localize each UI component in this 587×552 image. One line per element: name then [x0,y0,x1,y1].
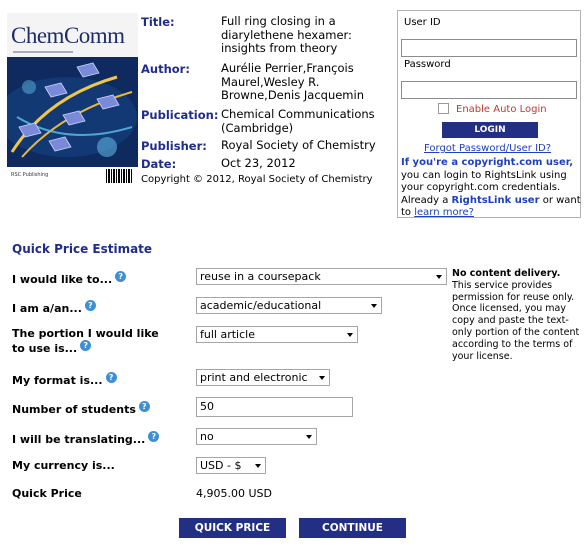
currency-select[interactable]: USD - $ [196,457,266,474]
students-label: Number of students? [12,401,150,417]
journal-cover-image: ChemComm RSC Publishing [7,13,138,185]
translating-select[interactable]: no [196,428,317,445]
cover-footer: RSC Publishing [7,167,138,185]
barcode-icon [106,169,132,183]
cover-journal-title: ChemComm [11,23,125,48]
cover-publisher-mark: RSC Publishing [11,172,49,178]
learn-more-link[interactable]: learn more? [414,207,474,218]
help-icon[interactable]: ? [138,401,150,412]
portion-label: The portion I would like to use is...? [12,326,159,356]
translating-label-text: I will be translating... [12,433,146,446]
quick-price-button[interactable]: QUICK PRICE [179,518,286,538]
price-label: Quick Price [12,486,82,501]
would-like-value: reuse in a coursepack [200,270,321,283]
portion-label-line1: The portion I would like [12,327,159,340]
translating-label: I will be translating...? [12,431,160,447]
portion-select[interactable]: full article [196,326,358,343]
note-body: This service provides permission for reu… [452,279,580,362]
chevron-down-icon [306,435,312,439]
login-button[interactable]: LOGIN [442,122,538,138]
am-a-label: I am a/an...? [12,300,96,316]
quick-price-title: Quick Price Estimate [12,242,153,256]
format-label: My format is...? [12,372,117,388]
login-info-body: you can login to RightsLink using your c… [401,169,567,194]
publisher-label: Publisher: [141,139,207,153]
help-icon[interactable]: ? [84,300,96,311]
date-label: Date: [141,157,177,171]
currency-label-text: My currency is... [12,459,115,472]
copyright-user-prompt: If you're a copyright.com user, [401,157,574,168]
login-panel: User ID Password Enable Auto Login LOGIN… [397,10,581,218]
help-icon[interactable]: ? [80,340,92,351]
already-text: Already a [401,194,452,206]
chevron-down-icon [436,275,442,279]
article-publication: Chemical Communications (Cambridge) [221,107,375,135]
login-info-text: If you're a copyright.com user, you can … [401,157,581,220]
chevron-down-icon [347,333,353,337]
portion-value: full article [200,328,255,341]
copyright-notice: Copyright © 2012, Royal Society of Chemi… [141,174,373,185]
article-authors: Aurélie Perrier,François Maurel,Wesley R… [221,61,364,102]
publication-label: Publication: [141,108,219,122]
author-label: Author: [141,62,190,76]
quick-price-value: 4,905.00 USD [196,487,272,500]
forgot-password-link[interactable]: Forgot Password/User ID? [424,143,551,154]
would-like-label-text: I would like to... [12,273,113,286]
format-label-text: My format is... [12,374,103,387]
rightslink-user-text: RightsLink user [451,194,540,206]
article-date: Oct 23, 2012 [221,156,296,170]
auto-login-checkbox[interactable] [438,103,449,114]
article-title: Full ring closing in a diarylethene hexa… [221,14,352,55]
students-input[interactable]: 50 [196,397,353,417]
am-a-label-text: I am a/an... [12,302,82,315]
help-icon[interactable]: ? [148,431,160,442]
password-label: Password [404,59,451,70]
cover-header: ChemComm [7,13,138,57]
would-like-label: I would like to...? [12,271,127,287]
content-delivery-note: No content delivery. This service provid… [452,268,582,362]
note-heading: No content delivery. [452,268,561,279]
am-a-value: academic/educational [200,299,322,312]
title-label: Title: [141,15,175,29]
cover-artwork [7,57,138,167]
am-a-select[interactable]: academic/educational [196,297,382,314]
chevron-down-icon [255,464,261,468]
chevron-down-icon [371,304,377,308]
translating-value: no [200,430,214,443]
password-input[interactable] [401,81,577,99]
continue-button[interactable]: CONTINUE [299,518,406,538]
format-select[interactable]: print and electronic [196,369,330,386]
article-publisher: Royal Society of Chemistry [221,138,376,152]
chevron-down-icon [319,376,325,380]
auto-login-label[interactable]: Enable Auto Login [456,104,547,115]
help-icon[interactable]: ? [115,271,127,282]
cover-rule [13,51,73,53]
user-id-label: User ID [404,17,441,28]
currency-value: USD - $ [200,459,242,472]
currency-label: My currency is... [12,458,115,473]
would-like-select[interactable]: reuse in a coursepack [196,268,447,285]
format-value: print and electronic [200,371,308,384]
price-label-text: Quick Price [12,487,82,500]
user-id-input[interactable] [401,39,577,57]
portion-label-line2: to use is... [12,342,78,355]
students-label-text: Number of students [12,403,136,416]
help-icon[interactable]: ? [105,372,117,383]
